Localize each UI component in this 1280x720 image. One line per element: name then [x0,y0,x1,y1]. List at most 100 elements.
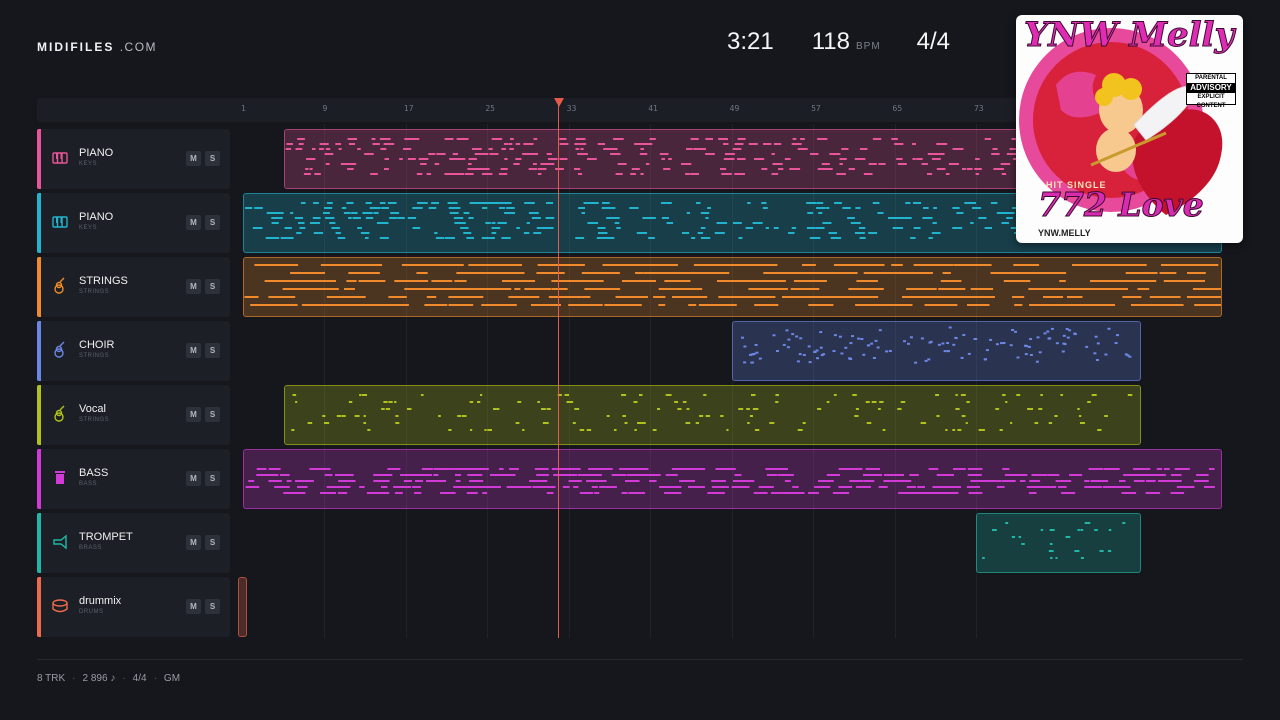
track-color-stripe [37,385,41,445]
ruler-mark: 49 [729,104,740,113]
midi-clip[interactable] [731,321,1141,381]
ruler-mark: 41 [648,104,658,113]
footer-stats: 8 TRK · 2 896 ♪ · 4/4 · GM [37,673,181,684]
cover-handle: YNW.MELLY [1038,228,1091,238]
footer-divider [37,659,1243,660]
transport-readout: 3:21 118 BPM 4/4 [727,28,950,56]
drum-icon [51,597,69,615]
track-name: TROMPET [79,531,133,543]
track-color-stripe [37,257,41,317]
advisory-main: ADVISORY [1187,83,1235,93]
track-color-stripe [37,513,41,573]
tempo-unit: BPM [855,41,881,52]
track-name: PIANO [79,211,114,223]
solo-button[interactable]: S [205,407,220,422]
mute-button[interactable]: M [186,599,201,614]
track-header[interactable]: CHOIR STRINGS M S [37,321,230,381]
site-logo[interactable]: MIDIFILES .COM [37,40,157,54]
track-category: STRINGS [79,353,110,359]
ruler-mark: 1 [241,104,246,113]
midi-clip[interactable] [975,513,1141,573]
solo-button[interactable]: S [205,279,220,294]
solo-button[interactable]: S [205,535,220,550]
cover-title: 772 Love [1038,185,1205,225]
footer-signature: 4/4 [132,673,147,684]
solo-button[interactable]: S [205,343,220,358]
mute-button[interactable]: M [186,535,201,550]
guitar-icon [51,405,69,423]
solo-button[interactable]: S [205,215,220,230]
track-header[interactable]: TROMPET BRASS M S [37,513,230,573]
bass-icon [51,469,69,487]
track-header[interactable]: BASS BASS M S [37,449,230,509]
advisory-top: PARENTAL [1195,75,1227,81]
track-category: STRINGS [79,417,110,423]
piano-icon [51,213,69,231]
clip-notes [740,326,1132,364]
playhead-handle[interactable] [554,98,564,107]
track-header[interactable]: drummix DRUMS M S [37,577,230,637]
track-color-stripe [37,577,41,637]
solo-button[interactable]: S [205,599,220,614]
track-category: KEYS [79,161,98,167]
mute-button[interactable]: M [186,151,201,166]
track-header[interactable]: Vocal STRINGS M S [37,385,230,445]
trumpet-icon [51,533,69,551]
midi-clip[interactable] [283,385,1141,445]
track-category: KEYS [79,225,98,231]
clip-notes [244,264,1222,306]
midi-standard: GM [163,673,181,684]
solo-button[interactable]: S [205,151,220,166]
mute-button[interactable]: M [186,215,201,230]
track-name: PIANO [79,147,114,159]
mute-button[interactable]: M [186,343,201,358]
guitar-icon [51,341,69,359]
ruler-mark: 17 [403,104,414,113]
track-category: BASS [79,481,98,487]
playhead[interactable] [558,98,559,638]
album-cover: YNW Melly PARENTAL ADVISORY EXPLICIT CON… [1016,15,1243,243]
track-category: BRASS [79,545,102,551]
mute-button[interactable]: M [186,407,201,422]
track-color-stripe [37,193,41,253]
midi-clip[interactable] [243,257,1223,317]
clip-notes [239,578,246,636]
clip-notes [291,394,1133,431]
midi-clip[interactable] [237,577,248,637]
ruler-mark: 25 [485,104,495,113]
logo-domain: .COM [119,40,158,54]
mute-button[interactable]: M [186,471,201,486]
track-name: STRINGS [79,275,128,287]
track-count: 8 TRK [37,673,66,684]
advisory-bottom: EXPLICIT CONTENT [1196,94,1226,109]
ruler-mark: 57 [811,104,821,113]
note-count: 2 896 ♪ [82,673,116,684]
track-name: BASS [79,467,109,479]
track-color-stripe [37,449,41,509]
piano-icon [51,149,69,167]
midi-clip[interactable] [283,129,1040,189]
track-name: CHOIR [79,339,115,351]
ruler-mark: 73 [973,104,984,113]
track-color-stripe [37,321,41,381]
clip-notes [245,468,1215,494]
guitar-icon [51,277,69,295]
track-header[interactable]: STRINGS STRINGS M S [37,257,230,317]
mute-button[interactable]: M [186,279,201,294]
cover-artist: YNW Melly [1023,15,1235,56]
track-category: DRUMS [79,609,104,615]
track-color-stripe [37,129,41,189]
tempo-value: 118 [811,28,850,55]
track-header[interactable]: PIANO KEYS M S [37,129,230,189]
time-signature: 4/4 [916,28,951,55]
midi-clip[interactable] [243,449,1223,509]
ruler-mark: 33 [566,104,577,113]
track-category: STRINGS [79,289,110,295]
parental-advisory-label: PARENTAL ADVISORY EXPLICIT CONTENT [1186,73,1236,109]
track-header[interactable]: PIANO KEYS M S [37,193,230,253]
song-duration: 3:21 [727,28,774,55]
solo-button[interactable]: S [205,471,220,486]
clip-notes [982,522,1126,559]
track-name: drummix [79,595,122,607]
logo-name: MIDIFILES [37,40,115,54]
